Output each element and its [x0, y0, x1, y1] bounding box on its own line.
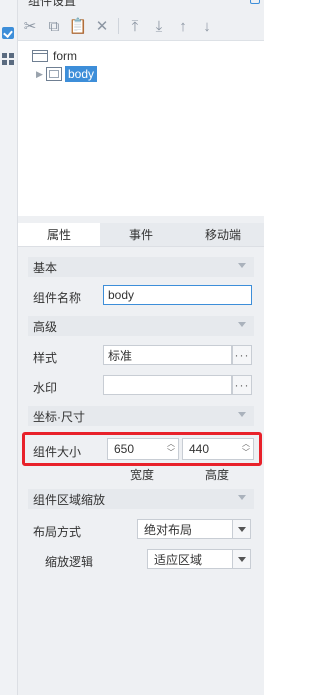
chevron-down-icon — [238, 412, 246, 417]
body-icon — [46, 67, 62, 81]
left-side-strip — [0, 0, 18, 695]
component-name-input[interactable]: body — [103, 285, 252, 305]
grid-icon[interactable] — [2, 53, 14, 65]
style-input[interactable]: 标准 — [103, 345, 232, 365]
delete-icon[interactable]: ✕ — [90, 15, 114, 37]
checkbox-icon[interactable] — [2, 27, 14, 39]
expand-arrow-icon[interactable]: ▶ — [36, 69, 46, 80]
select-value: 适应区域 — [154, 552, 203, 567]
chevron-down-icon — [238, 322, 246, 327]
name-label: 组件名称 — [33, 291, 82, 305]
section-basic[interactable]: 基本 — [28, 257, 254, 277]
watermark-more-button[interactable]: ··· — [232, 375, 252, 395]
component-settings-panel: 组件设置 ✂ ⧉ 📋 ✕ ⤒ ⤓ ↑ ↓ form ▶ body 属性 事件 移… — [18, 0, 264, 695]
section-title: 坐标·尺寸 — [33, 409, 85, 424]
form-icon — [32, 50, 48, 62]
move-down-icon[interactable]: ↓ — [195, 15, 219, 37]
move-bottom-icon[interactable]: ⤓ — [147, 15, 171, 37]
watermark-label: 水印 — [33, 381, 58, 395]
paste-icon[interactable]: 📋 — [66, 15, 90, 37]
select-value: 绝对布局 — [144, 522, 193, 537]
tab-mobile[interactable]: 移动端 — [182, 223, 264, 246]
style-more-button[interactable]: ··· — [232, 345, 252, 365]
toolbar-divider — [118, 18, 119, 34]
layout-select[interactable]: 绝对布局 — [137, 519, 251, 539]
panel-title: 组件设置 — [28, 0, 77, 8]
chevron-down-icon — [238, 495, 246, 500]
copy-icon[interactable]: ⧉ — [42, 15, 66, 37]
property-tabs: 属性 事件 移动端 — [18, 223, 264, 247]
input-value: 标准 — [108, 348, 133, 363]
size-highlight-box — [22, 432, 262, 466]
section-title: 高级 — [33, 319, 58, 334]
scale-label: 缩放逻辑 — [45, 555, 94, 569]
width-caption: 宽度 — [130, 468, 155, 482]
layout-label: 布局方式 — [33, 525, 82, 539]
move-up-icon[interactable]: ↑ — [171, 15, 195, 37]
section-zoom[interactable]: 组件区域缩放 — [28, 489, 254, 509]
tab-properties[interactable]: 属性 — [18, 223, 100, 246]
panel-toggle-icon[interactable] — [250, 0, 260, 4]
toolbar: ✂ ⧉ 📋 ✕ ⤒ ⤓ ↑ ↓ — [18, 14, 264, 38]
section-title: 组件区域缩放 — [33, 492, 106, 507]
chevron-down-icon[interactable] — [232, 520, 250, 538]
watermark-input[interactable] — [103, 375, 232, 395]
section-coords[interactable]: 坐标·尺寸 — [28, 406, 254, 426]
scale-select[interactable]: 适应区域 — [147, 549, 251, 569]
input-value: body — [108, 288, 135, 302]
chevron-down-icon[interactable] — [232, 550, 250, 568]
tab-events[interactable]: 事件 — [100, 223, 182, 246]
scissors-icon[interactable]: ✂ — [18, 15, 42, 37]
tree-node-form[interactable]: form — [32, 47, 77, 65]
component-tree: form ▶ body — [18, 40, 264, 216]
tree-node-label-selected: body — [65, 66, 98, 82]
tree-node-body[interactable]: ▶ body — [36, 65, 98, 83]
tree-node-label: form — [53, 49, 77, 63]
move-top-icon[interactable]: ⤒ — [123, 15, 147, 37]
height-caption: 高度 — [205, 468, 230, 482]
chevron-down-icon — [238, 263, 246, 268]
section-title: 基本 — [33, 260, 58, 275]
section-advanced[interactable]: 高级 — [28, 316, 254, 336]
style-label: 样式 — [33, 351, 58, 365]
